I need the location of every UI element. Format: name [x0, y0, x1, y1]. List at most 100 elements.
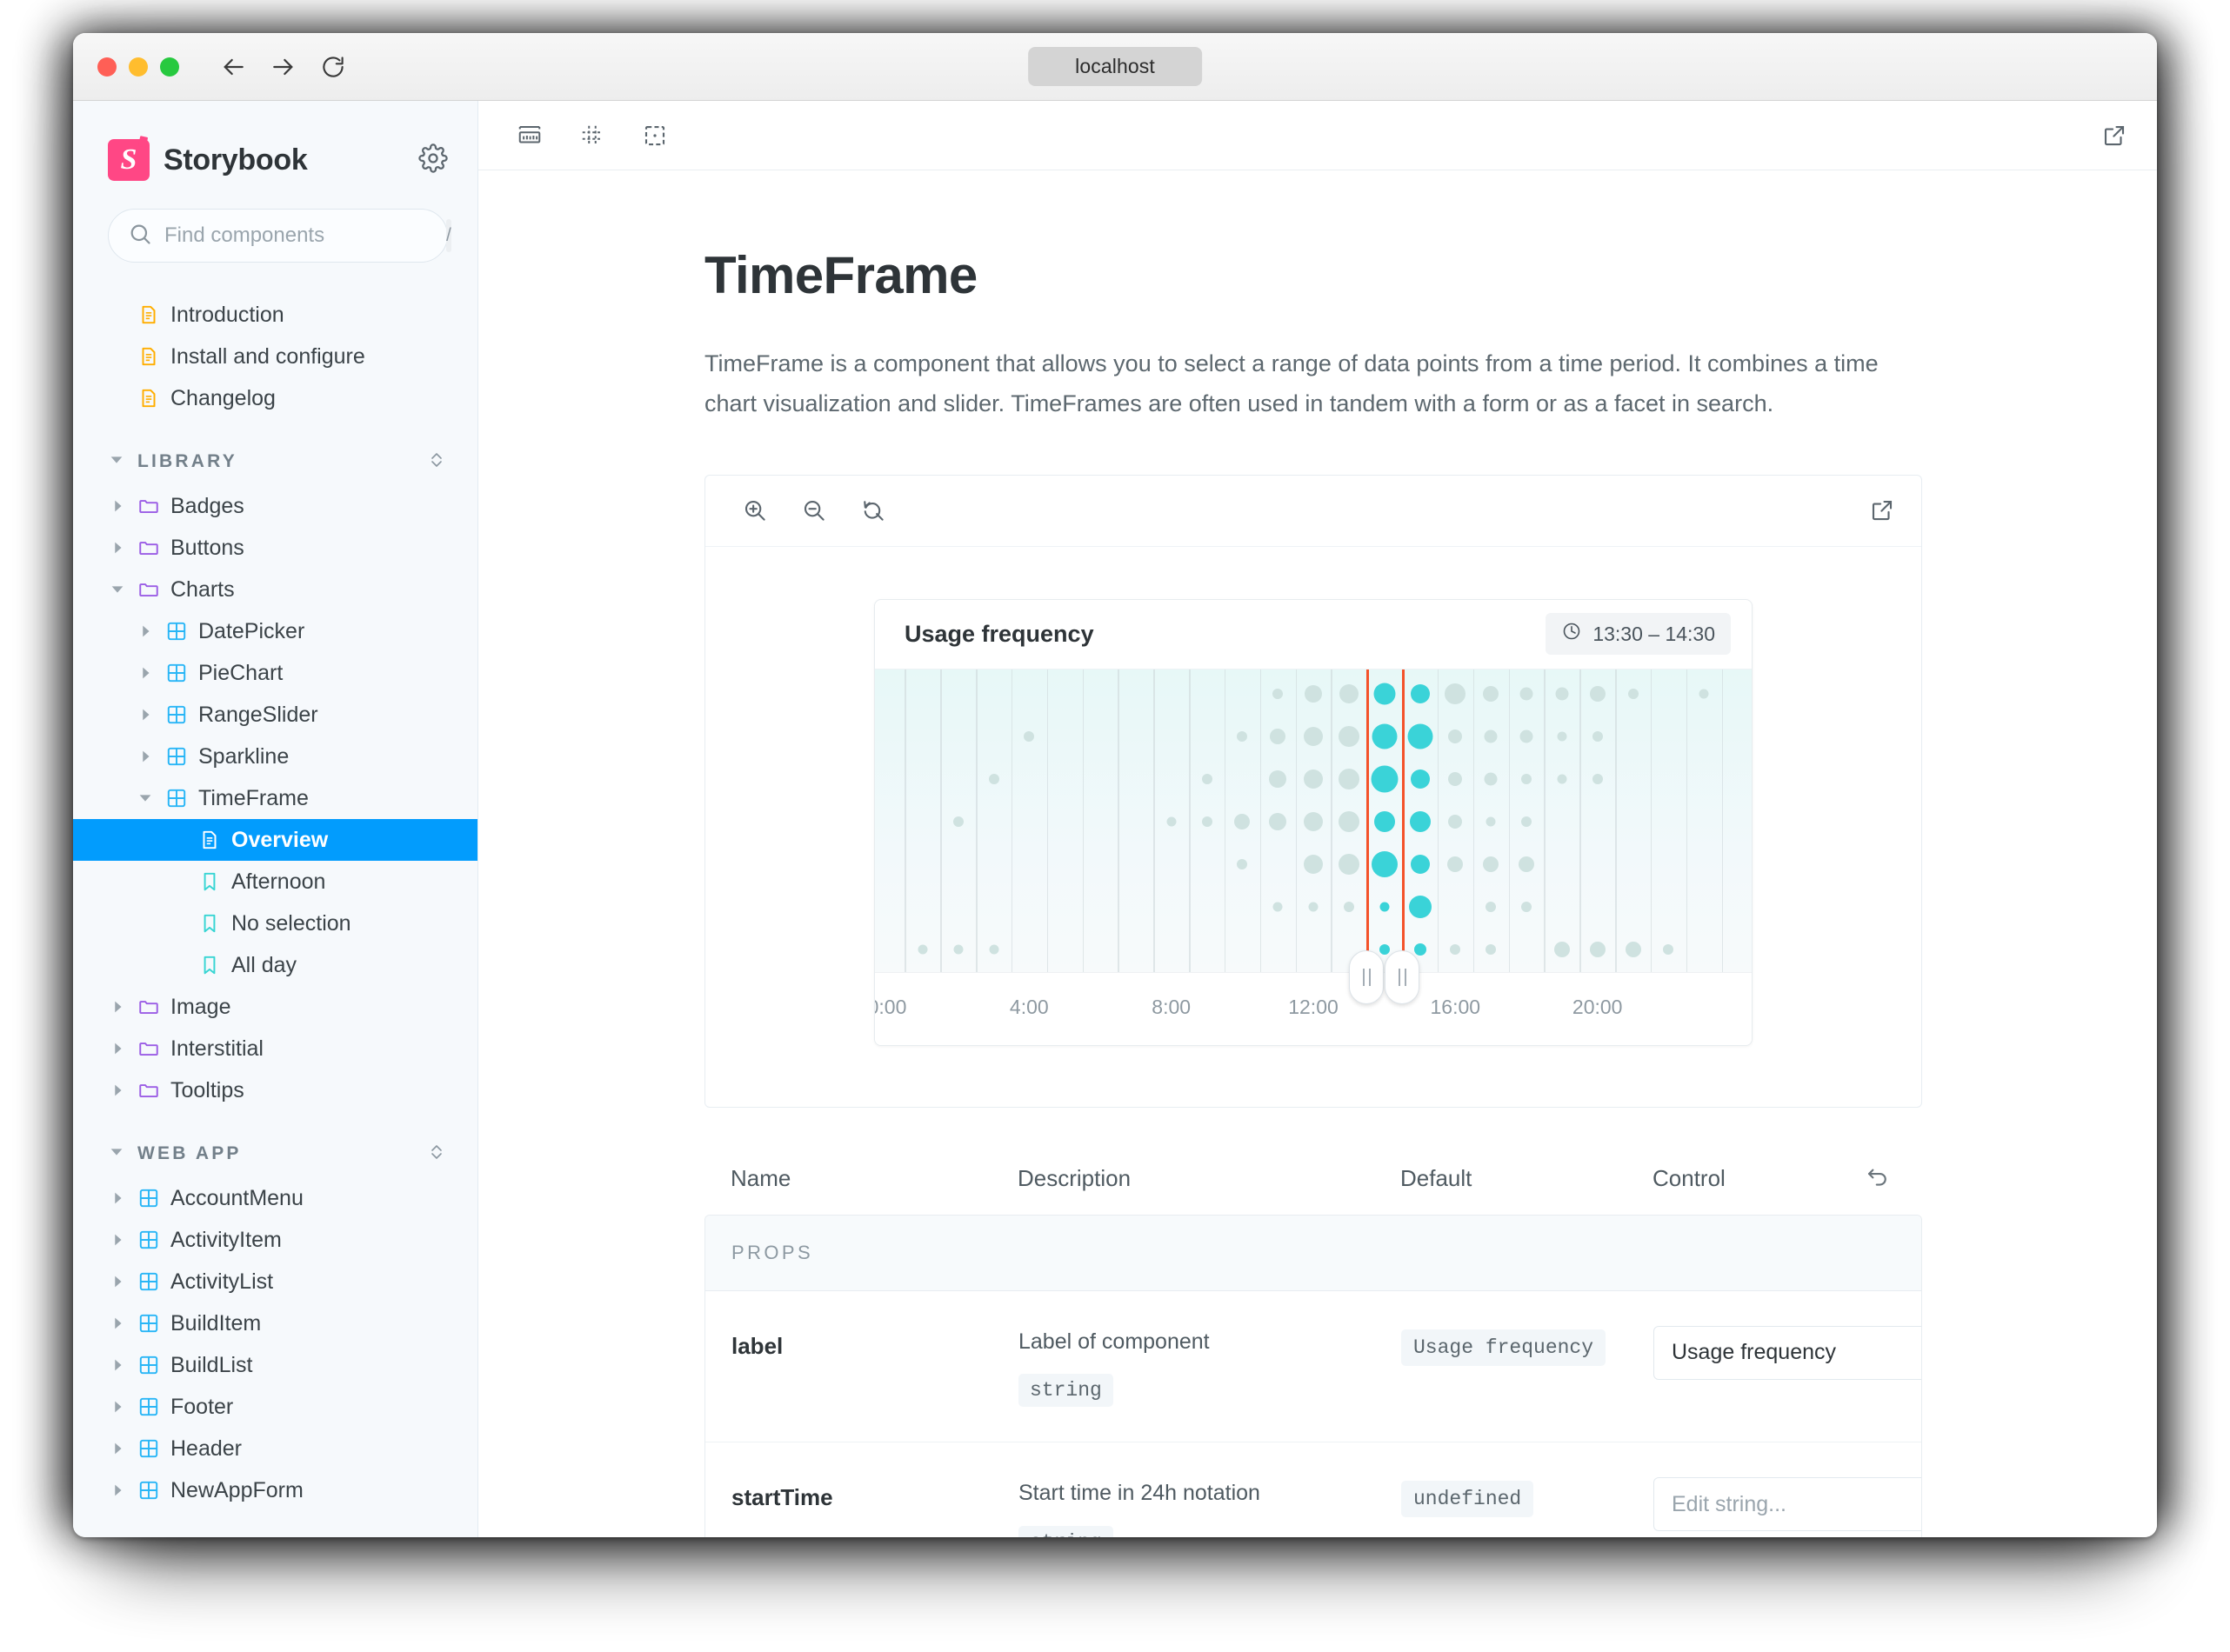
page-description: TimeFrame is a component that allows you…	[704, 343, 1913, 424]
url-bar[interactable]: localhost	[1028, 47, 1202, 86]
sidebar-item-buildlist[interactable]: BuildList	[73, 1344, 477, 1386]
sidebar-item-install-and-configure[interactable]: Install and configure	[73, 336, 477, 377]
collapse-all-icon[interactable]	[427, 449, 446, 476]
chart-point	[989, 774, 999, 784]
disclosure-caret-icon[interactable]	[108, 496, 127, 516]
sidebar-item-no-selection[interactable]: No selection	[73, 903, 477, 944]
search-input[interactable]	[164, 223, 434, 248]
zoom-in-icon[interactable]	[742, 497, 768, 523]
sidebar-item-introduction[interactable]: Introduction	[73, 294, 477, 336]
chart-point	[1590, 942, 1606, 957]
chart-point	[1483, 856, 1499, 872]
ruler-icon[interactable]	[517, 123, 543, 149]
preview-external-link-icon[interactable]	[1869, 497, 1895, 523]
disclosure-caret-icon[interactable]	[136, 622, 155, 641]
minimize-window-button[interactable]	[129, 57, 148, 77]
disclosure-caret-icon[interactable]	[108, 1081, 127, 1100]
sidebar-item-footer[interactable]: Footer	[73, 1386, 477, 1428]
sidebar-item-datepicker[interactable]: DatePicker	[73, 610, 477, 652]
disclosure-caret-icon[interactable]	[108, 1397, 127, 1416]
slider-handle-end[interactable]	[1385, 950, 1419, 1004]
disclosure-caret-icon[interactable]	[108, 451, 125, 473]
zoom-reset-icon[interactable]	[860, 497, 886, 523]
disclosure-caret-icon[interactable]	[169, 830, 188, 849]
disclosure-caret-icon[interactable]	[108, 580, 127, 599]
section-header-library[interactable]: LIBRARY	[73, 438, 477, 485]
sidebar-item-activitylist[interactable]: ActivityList	[73, 1261, 477, 1302]
chart-point	[1663, 944, 1673, 955]
chart-point	[1379, 944, 1390, 955]
chart-point	[1450, 944, 1460, 955]
chart-point	[989, 944, 998, 954]
sidebar-item-afternoon[interactable]: Afternoon	[73, 861, 477, 903]
reset-icon[interactable]	[1865, 1165, 1896, 1191]
prop-description-cell: Start time in 24h notationstring	[1018, 1477, 1401, 1537]
disclosure-caret-icon[interactable]	[108, 1230, 127, 1249]
disclosure-caret-icon[interactable]	[136, 705, 155, 724]
chart-point	[1626, 942, 1641, 957]
disclosure-caret-icon[interactable]	[136, 663, 155, 683]
sidebar-item-rangeslider[interactable]: RangeSlider	[73, 694, 477, 736]
slider-handle-start[interactable]	[1349, 950, 1384, 1004]
disclosure-caret-icon[interactable]	[136, 747, 155, 766]
sidebar-item-charts[interactable]: Charts	[73, 569, 477, 610]
arrow-right-icon[interactable]	[270, 53, 297, 81]
sidebar-item-all-day[interactable]: All day	[73, 944, 477, 986]
grid-icon[interactable]	[579, 123, 605, 149]
component-icon	[137, 1396, 160, 1418]
sidebar-item-interstitial[interactable]: Interstitial	[73, 1028, 477, 1069]
sidebar-item-header[interactable]: Header	[73, 1428, 477, 1469]
maximize-window-button[interactable]	[160, 57, 179, 77]
chart-point	[1374, 811, 1395, 832]
sidebar-item-builditem[interactable]: BuildItem	[73, 1302, 477, 1344]
disclosure-caret-icon[interactable]	[108, 1189, 127, 1208]
disclosure-caret-icon[interactable]	[169, 872, 188, 891]
external-link-icon[interactable]	[2101, 123, 2127, 149]
axis-tick-label: 4:00	[1010, 996, 1049, 1019]
disclosure-caret-icon[interactable]	[108, 1481, 127, 1500]
disclosure-caret-icon[interactable]	[108, 1272, 127, 1291]
sidebar-item-newappform[interactable]: NewAppForm	[73, 1469, 477, 1511]
timeframe-chart[interactable]	[875, 669, 1752, 972]
sidebar-item-sparkline[interactable]: Sparkline	[73, 736, 477, 777]
disclosure-caret-icon[interactable]	[108, 538, 127, 557]
document-icon	[198, 829, 221, 851]
chart-point	[1555, 687, 1568, 700]
arrow-left-icon[interactable]	[219, 53, 247, 81]
tree-item-label: Image	[170, 995, 230, 1020]
disclosure-caret-icon[interactable]	[108, 1143, 125, 1165]
sidebar-item-changelog[interactable]: Changelog	[73, 377, 477, 419]
sidebar-item-buttons[interactable]: Buttons	[73, 527, 477, 569]
sidebar-item-accountmenu[interactable]: AccountMenu	[73, 1177, 477, 1219]
disclosure-caret-icon[interactable]	[169, 956, 188, 975]
sidebar-item-activityitem[interactable]: ActivityItem	[73, 1219, 477, 1261]
disclosure-caret-icon[interactable]	[108, 1039, 127, 1058]
section-header-web-app[interactable]: WEB APP	[73, 1130, 477, 1177]
chart-point	[1305, 685, 1322, 703]
prop-control-input[interactable]	[1653, 1477, 1922, 1531]
close-window-button[interactable]	[97, 57, 117, 77]
disclosure-caret-icon[interactable]	[169, 914, 188, 933]
disclosure-caret-icon[interactable]	[108, 1356, 127, 1375]
disclosure-caret-icon[interactable]	[108, 997, 127, 1016]
sidebar-item-badges[interactable]: Badges	[73, 485, 477, 527]
sidebar-item-overview[interactable]: Overview	[73, 819, 477, 861]
sidebar-item-tooltips[interactable]: Tooltips	[73, 1069, 477, 1111]
column-header-control: Control	[1652, 1165, 1865, 1192]
chart-point	[1371, 765, 1398, 792]
prop-default-cell: undefined	[1401, 1477, 1653, 1517]
disclosure-caret-icon[interactable]	[108, 1314, 127, 1333]
disclosure-caret-icon[interactable]	[136, 789, 155, 808]
focus-box-icon[interactable]	[642, 123, 668, 149]
sidebar-item-timeframe[interactable]: TimeFrame	[73, 777, 477, 819]
zoom-out-icon[interactable]	[801, 497, 827, 523]
sidebar-item-image[interactable]: Image	[73, 986, 477, 1028]
reload-icon[interactable]	[320, 54, 346, 80]
disclosure-caret-icon[interactable]	[108, 1439, 127, 1458]
tree-item-label: BuildItem	[170, 1311, 261, 1336]
search-box[interactable]: /	[108, 209, 448, 263]
gear-icon[interactable]	[418, 143, 448, 177]
prop-control-input[interactable]	[1653, 1326, 1922, 1380]
sidebar-item-piechart[interactable]: PieChart	[73, 652, 477, 694]
collapse-all-icon[interactable]	[427, 1141, 446, 1168]
